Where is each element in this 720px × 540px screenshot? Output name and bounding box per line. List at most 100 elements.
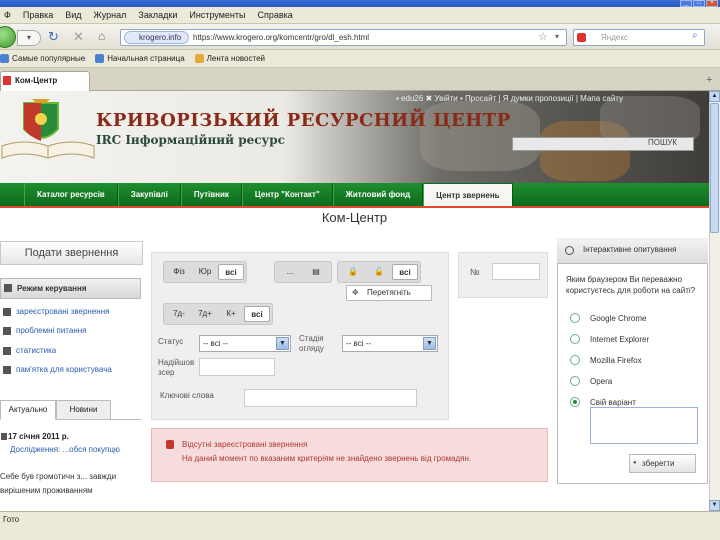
open-book-graphic [1,141,95,159]
chevron-down-icon: ▼ [276,337,289,350]
nav-contact-center[interactable]: Центр "Контакт" [241,183,333,206]
header-search-button[interactable]: ПОШУК [648,138,677,147]
chart-icon [3,347,11,355]
poll-custom-answer-input[interactable] [590,407,698,444]
info-icon [3,366,11,374]
poll-question: Яким браузером Ви переважно користуєтесь… [566,275,696,295]
bookmark-home[interactable]: Начальная страница [95,54,185,63]
filter-view-grid-icon[interactable]: ▤ [303,264,329,280]
filter-lock-all[interactable]: всі [392,264,418,280]
search-bar[interactable] [573,29,705,46]
forward-dropdown-button[interactable]: ▾ [17,30,41,46]
save-icon: ● [633,460,637,466]
menu-edit[interactable]: Правка [23,10,53,20]
review-stage-select[interactable]: -- всі -- ▼ [342,335,438,352]
bookmark-icon [95,54,105,63]
filter-legal[interactable]: Юр [192,264,218,280]
filter-lock-state: 🔒 🔓 всі [337,261,421,283]
status-select[interactable]: -- всі -- ▼ [199,335,291,352]
maximize-button[interactable]: □ [693,0,705,7]
link-statistics[interactable]: статистика [0,346,56,355]
poll-option-custom[interactable]: Свій варіант [570,397,636,407]
control-mode-header[interactable]: Режим керування [0,278,141,299]
unlock-icon[interactable]: 🔓 [366,264,392,280]
tab-actual[interactable]: Актуально [0,400,56,420]
url-text[interactable]: https://www.krogero.org/komcentr/gro/dl_… [193,33,369,42]
filter-period-all[interactable]: всі [244,306,270,322]
nav-underline [0,206,709,208]
filter-k-plus[interactable]: К+ [218,306,244,322]
site-title: КРИВОРІЗЬКИЙ РЕСУРСНИЙ ЦЕНТР [96,110,511,131]
radio-button[interactable] [570,355,580,365]
header-top-links[interactable]: ▪ edu26 ✖ Увійти ▪ Просайт | Я думки про… [396,94,623,103]
radio-button[interactable] [570,334,580,344]
scroll-down-button[interactable]: ▼ [709,500,720,511]
poll-option-chrome[interactable]: Google Chrome [570,313,646,323]
warning-icon [3,327,11,335]
lock-icon[interactable]: 🔒 [340,264,366,280]
radio-button[interactable] [570,376,580,386]
scroll-thumb[interactable] [710,103,719,233]
menu-help[interactable]: Справка [257,10,292,20]
link-problem-issues[interactable]: проблемні питання [0,326,86,335]
poll-save-button[interactable]: зберегти [629,454,696,473]
new-tab-button[interactable]: + [706,74,712,86]
menu-history[interactable]: Журнал [94,10,127,20]
search-engine-icon[interactable] [577,33,586,42]
nav-purchases[interactable]: Закупівлі [117,183,181,206]
rss-icon [194,54,204,63]
nav-resource-catalog[interactable]: Каталог ресурсів [24,183,118,206]
news-link[interactable]: Дослідження: ...обся покупцю [10,445,120,454]
filter-7d-minus[interactable]: 7д- [166,306,192,322]
tab-favicon [3,76,11,85]
bookmark-star-icon[interactable]: ☆ [538,30,548,43]
menu-bookmarks[interactable]: Закладки [138,10,177,20]
reload-icon[interactable]: ↻ [48,29,59,45]
bookmark-popular[interactable]: Самые популярные [0,54,85,63]
minimize-button[interactable]: _ [680,0,692,7]
close-window-button[interactable]: × [706,0,718,7]
radio-button[interactable] [570,313,580,323]
search-icon[interactable]: ⌕ [692,30,698,41]
site-subtitle: IRC Інформаційний ресурс [96,133,285,147]
bookmark-news-feed[interactable]: Лента новостей [194,54,265,63]
poll-option-ie[interactable]: Internet Explorer [570,334,649,344]
review-stage-label: Стадія огляду [299,334,324,353]
keywords-input[interactable] [244,389,417,407]
link-registered-appeals[interactable]: зареєстровані звернення [0,307,109,316]
filter-view-text[interactable]: ... [277,264,303,280]
tab-news[interactable]: Новини [56,400,111,420]
poll-option-opera[interactable]: Opera [570,376,612,386]
number-input[interactable] [492,263,540,280]
menu-view[interactable]: Вид [65,10,81,20]
filter-physical[interactable]: Фіз [166,264,192,280]
search-placeholder: Яндекс [601,33,628,42]
list-icon [3,308,11,316]
settings-icon [4,284,12,292]
window-titlebar [0,0,720,7]
chevron-down-icon: ▼ [423,337,436,350]
link-user-guide[interactable]: пам'ятка для користувача [0,365,112,374]
scroll-up-button[interactable]: ▲ [709,91,720,102]
nav-housing[interactable]: Житловий фонд [332,183,424,206]
filter-7d-plus[interactable]: 7д+ [192,306,218,322]
filter-person-all[interactable]: всі [218,264,244,280]
menu-file[interactable]: Ф [4,10,11,20]
stop-icon[interactable]: ✕ [73,29,84,45]
poll-header[interactable]: Інтерактивне опитування [557,238,708,264]
menu-tools[interactable]: Инструменты [189,10,245,20]
url-dropdown-icon[interactable]: ▾ [555,32,559,41]
date-received-input[interactable] [199,358,275,376]
tab-komcentr[interactable]: Ком-Центр [0,71,90,91]
status-bar: Гото [0,511,720,540]
submit-appeal-button[interactable]: Подати звернення [0,241,143,265]
bookmarks-toolbar: Самые популярные Начальная страница Лент… [0,50,720,68]
site-identity-badge[interactable]: krogero.info [124,31,189,44]
nav-guide[interactable]: Путівник [180,183,242,206]
radio-button-selected[interactable] [570,397,580,407]
nav-appeals-center[interactable]: Центр звернень [423,183,513,206]
home-icon[interactable]: ⌂ [98,29,105,43]
filter-view-mode: ... ▤ [274,261,332,283]
poll-option-firefox[interactable]: Mozilla Firefox [570,355,642,365]
poll-collapse-icon[interactable] [565,246,574,255]
